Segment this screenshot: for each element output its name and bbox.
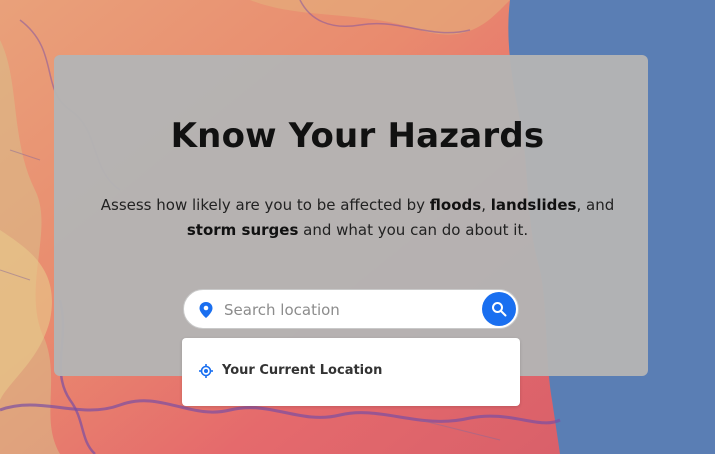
keyword-landslides: landslides (490, 196, 577, 214)
hero-description: Assess how likely are you to be affected… (100, 193, 615, 243)
desc-text-2: and what you can do about it. (298, 221, 529, 239)
search-icon (492, 302, 507, 317)
desc-sep-1: , (481, 196, 491, 214)
map-pin-icon (199, 302, 213, 318)
search-bar (183, 289, 519, 329)
search-button[interactable] (482, 292, 516, 326)
keyword-floods: floods (429, 196, 482, 214)
crosshair-location-icon (199, 364, 213, 378)
desc-text-1: Assess how likely are you to be affected… (100, 196, 430, 214)
search-input[interactable] (222, 294, 476, 326)
keyword-storm-surges: storm surges (186, 221, 299, 239)
location-suggestions-dropdown: Your Current Location (182, 338, 520, 406)
current-location-option[interactable]: Your Current Location (182, 358, 520, 386)
desc-sep-2: , and (576, 196, 615, 214)
page-title: Know Your Hazards (170, 116, 545, 156)
current-location-label: Your Current Location (222, 363, 383, 378)
